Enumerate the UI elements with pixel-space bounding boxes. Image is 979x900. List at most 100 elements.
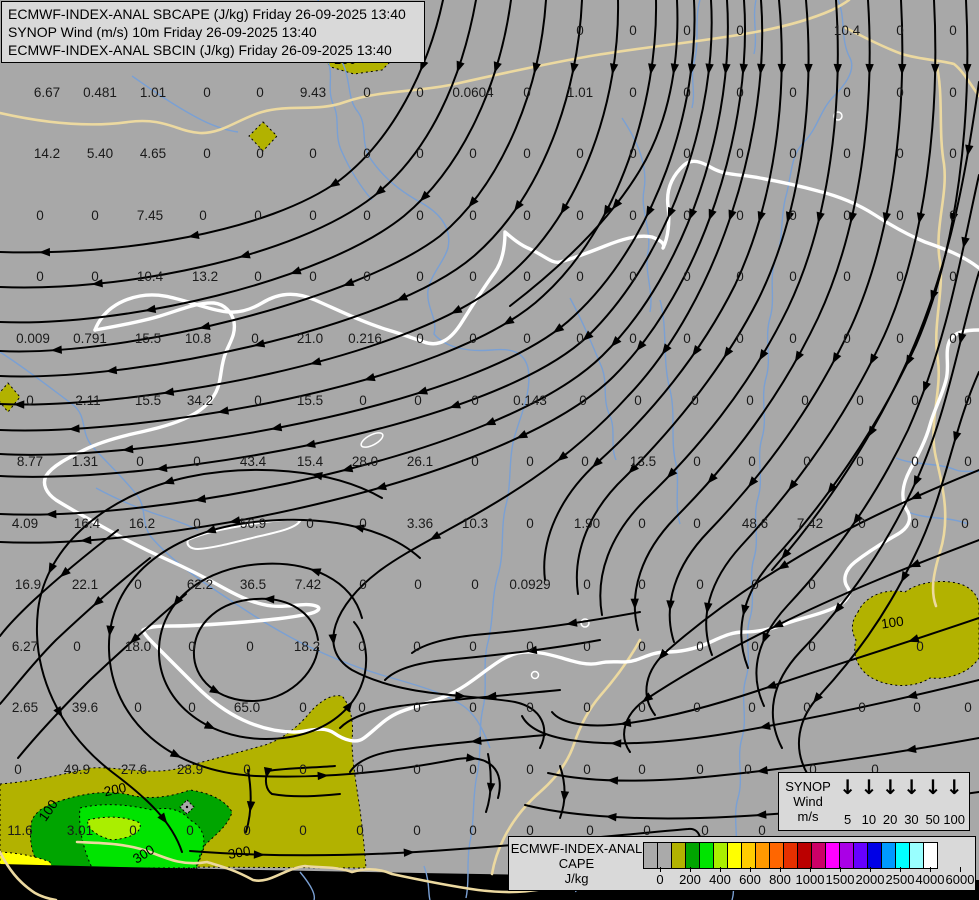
station-value: 0.0604: [452, 85, 494, 100]
title-line-wind: SYNOP Wind (m/s) 10m Friday 26-09-2025 1…: [8, 24, 317, 40]
wind-speed-value: 50: [925, 812, 940, 827]
station-value: 0: [526, 700, 534, 715]
cape-hole-dot: [185, 805, 189, 809]
cape-color-cell: [923, 842, 938, 869]
cape-color-cell: [699, 842, 714, 869]
station-value: 7.45: [137, 208, 163, 223]
station-value: 56.9: [240, 516, 266, 531]
cape-colorbar-label: ECMWF-INDEX-ANAL CAPE J/kg: [509, 837, 644, 890]
station-value: 0: [299, 823, 307, 838]
station-value: 43.4: [240, 454, 267, 469]
station-value: 49.9: [64, 762, 90, 777]
station-value: 0: [751, 639, 759, 654]
station-value: 0: [843, 331, 851, 346]
station-value: 0.009: [16, 331, 50, 346]
wind-legend-label-line: Wind: [793, 794, 823, 809]
wind-down-arrow-icon: ↓: [881, 775, 899, 799]
station-value: 0: [949, 331, 957, 346]
station-value: 65.0: [234, 700, 260, 715]
station-value: 0: [526, 639, 534, 654]
station-value: 2.11: [75, 393, 100, 408]
station-value: 0: [193, 454, 201, 469]
station-value: 0: [896, 85, 904, 100]
station-value: 0: [634, 393, 642, 408]
station-value: 0: [789, 331, 797, 346]
station-value: 0: [789, 146, 797, 161]
station-value: 0: [413, 762, 421, 777]
station-value: 0: [309, 208, 317, 223]
station-value: 0: [359, 393, 367, 408]
station-value: 18.2: [294, 639, 320, 654]
station-value: 0: [523, 269, 531, 284]
station-value: 0: [683, 331, 691, 346]
station-value: 0: [193, 516, 201, 531]
station-value: 0: [789, 208, 797, 223]
station-value: 48.6: [742, 516, 768, 531]
station-value: 0: [736, 146, 744, 161]
station-value: 0: [843, 208, 851, 223]
cape-tick-label: 1500: [825, 867, 855, 887]
station-value: 0: [629, 146, 637, 161]
station-value: 0: [693, 454, 701, 469]
station-value: 0: [469, 823, 477, 838]
station-value: 0: [736, 208, 744, 223]
cape-colorbar: 0 200 400 600 800 1000 1500 2000 2500 4000 6000: [643, 837, 975, 890]
station-value: 0: [583, 762, 591, 777]
station-value: 34.2: [187, 393, 213, 408]
station-value: 0: [856, 454, 864, 469]
station-value: 0: [416, 85, 424, 100]
station-value: 0: [638, 639, 646, 654]
station-value: 0: [469, 700, 477, 715]
station-value: 0: [583, 700, 591, 715]
station-value: 0: [583, 577, 591, 592]
station-value: 0: [843, 146, 851, 161]
station-value: 0: [638, 516, 646, 531]
station-value: 0: [526, 516, 534, 531]
station-value: 28.9: [177, 762, 203, 777]
cape-color-cell: [895, 842, 910, 869]
station-value: 0: [691, 393, 699, 408]
station-value: 0: [73, 639, 81, 654]
station-value: 10.4: [137, 269, 164, 284]
cape-color-cell: [881, 842, 896, 869]
station-value: 0: [251, 331, 259, 346]
station-value: 13.5: [630, 454, 656, 469]
wind-legend-label-line: m/s: [797, 809, 819, 824]
wind-legend-scale: ↓ ↓ ↓ ↓ ↓ ↓ 5 10 20 30 50 100: [837, 773, 969, 830]
station-value: 39.6: [72, 700, 98, 715]
station-value: 0: [309, 146, 317, 161]
cape-color-cell: [713, 842, 728, 869]
station-value: 0.143: [513, 393, 547, 408]
station-value: 15.5: [297, 393, 323, 408]
cape-color-cell: [909, 842, 924, 869]
station-value: 11.6: [7, 823, 32, 838]
station-value: 0: [746, 393, 754, 408]
station-value: 0: [246, 639, 254, 654]
station-value: 0.216: [348, 331, 382, 346]
station-value: 0: [526, 454, 534, 469]
station-value: 0: [683, 23, 691, 38]
station-value: 0: [188, 639, 196, 654]
station-value: 0: [911, 516, 919, 531]
station-value: 0: [469, 639, 477, 654]
station-value: 0: [896, 331, 904, 346]
station-value: 0: [949, 208, 957, 223]
station-value: 0: [254, 269, 262, 284]
station-value: 0: [576, 269, 584, 284]
station-value: 0: [416, 208, 424, 223]
station-value: 0: [896, 146, 904, 161]
station-value: 0: [413, 639, 421, 654]
station-value: 0: [523, 331, 531, 346]
cape-tick-label: 200: [675, 867, 705, 887]
cape-tick-label: 400: [705, 867, 735, 887]
station-value: 0: [471, 393, 479, 408]
station-value: 0: [471, 577, 479, 592]
station-value: 0: [858, 700, 866, 715]
station-value: 0: [36, 269, 44, 284]
contour-label: 100: [880, 614, 904, 632]
station-value: 0: [629, 23, 637, 38]
cape-colorbar-box: ECMWF-INDEX-ANAL CAPE J/kg 0 200 400 600 800 10…: [508, 836, 976, 891]
station-value: 0: [413, 700, 421, 715]
cape-legend-label-line: J/kg: [564, 871, 589, 886]
cape-shaded-area: [851, 581, 979, 686]
